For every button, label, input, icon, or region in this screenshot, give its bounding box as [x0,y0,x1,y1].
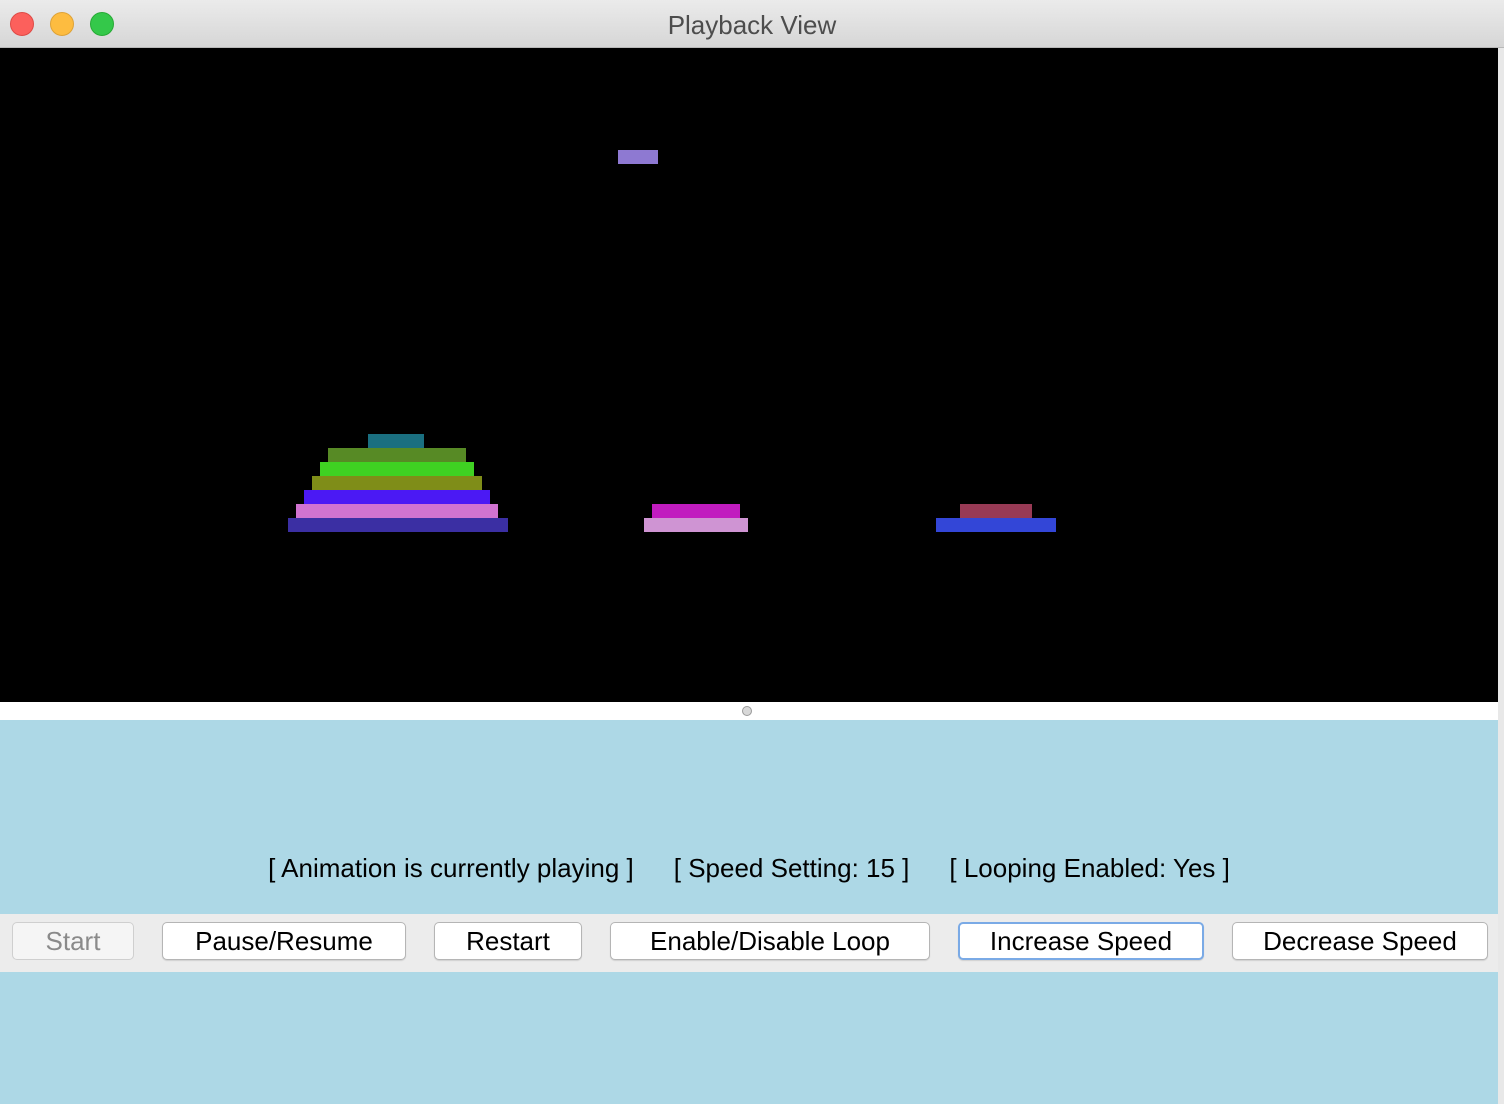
pole-1-disk-5 [304,490,490,504]
restart-button[interactable]: Restart [434,922,582,960]
pole-1-disk-1 [368,434,424,448]
title-bar[interactable]: Playback View [0,0,1504,48]
pole-1-disk-3 [320,462,474,476]
playing-status: [ Animation is currently playing ] [268,852,634,883]
button-bar: Start Pause/Resume Restart Enable/Disabl… [0,914,1498,972]
pole-2-disk-1 [652,504,740,518]
playback-window: Playback View [ Animation is currently p… [0,0,1504,1104]
status-line: [ Animation is currently playing ] [ Spe… [0,848,1498,888]
start-button[interactable]: Start [12,922,134,960]
divider-handle-icon[interactable] [742,706,752,716]
pole-3-disk-1 [960,504,1032,518]
pause-resume-button[interactable]: Pause/Resume [162,922,406,960]
pole-1-disk-4 [312,476,482,490]
pole-2-disk-2 [644,518,748,532]
speed-status: [ Speed Setting: 15 ] [673,852,910,883]
decrease-speed-button[interactable]: Decrease Speed [1232,922,1488,960]
pole-3-disk-2 [936,518,1056,532]
control-panel: [ Animation is currently playing ] [ Spe… [0,720,1498,1104]
window-edge [1498,48,1504,1104]
floating-disk [618,150,658,164]
pole-1-disk-6 [296,504,498,518]
looping-status: [ Looping Enabled: Yes ] [949,852,1230,883]
animation-canvas [0,48,1498,702]
loop-toggle-button[interactable]: Enable/Disable Loop [610,922,930,960]
split-pane-divider[interactable] [0,702,1498,720]
pole-1-disk-2 [328,448,466,462]
window-title: Playback View [667,10,837,40]
increase-speed-button[interactable]: Increase Speed [958,922,1204,960]
pole-1-disk-7 [288,518,508,532]
